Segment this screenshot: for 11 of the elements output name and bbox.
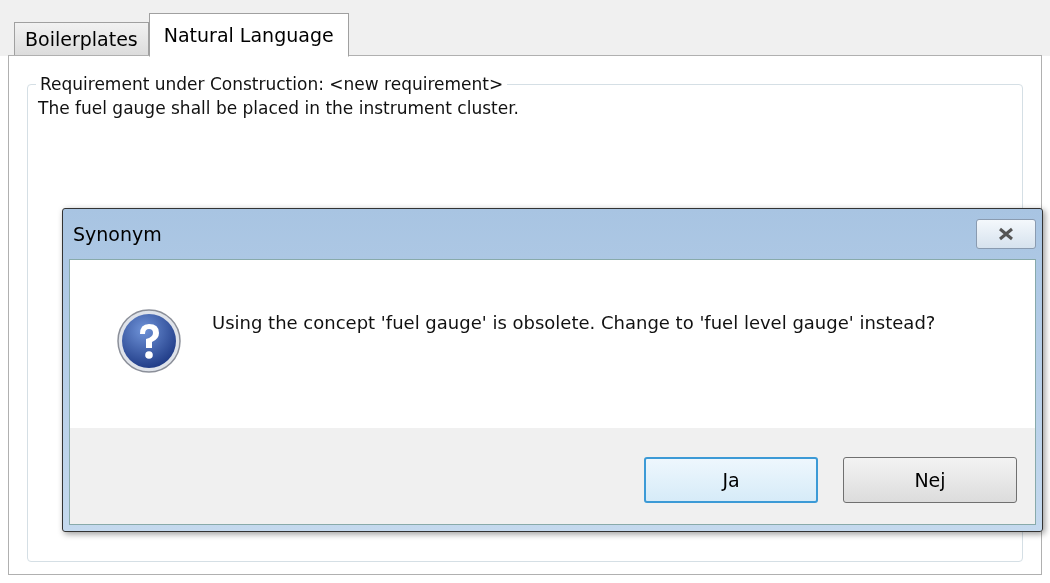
tab[interactable]: Boilerplates — [14, 22, 149, 56]
requirement-text: The fuel gauge shall be placed in the instrument cluster. — [38, 97, 520, 119]
dialog-button[interactable]: Nej — [843, 457, 1017, 503]
question-icon — [116, 308, 182, 374]
close-button[interactable] — [976, 219, 1036, 249]
dialog-message: Using the concept 'fuel gauge' is obsolete. Change to 'fuel level gauge' instead? — [212, 311, 937, 335]
close-icon — [996, 227, 1016, 241]
dialog-title: Synonym — [73, 221, 162, 247]
group-title: Requirement under Construction: <new requirement> — [36, 73, 508, 95]
dialog-button[interactable]: Ja — [644, 457, 818, 503]
tab[interactable]: Natural Language — [148, 13, 349, 57]
